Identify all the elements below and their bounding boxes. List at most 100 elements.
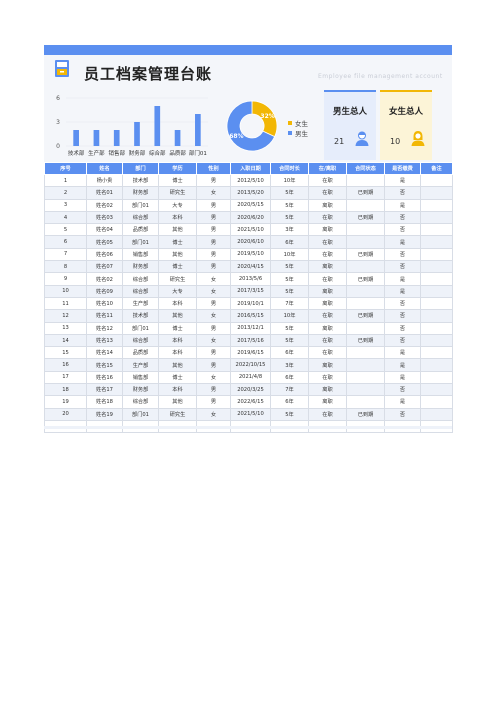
donut-data-label: 32% <box>260 113 274 120</box>
table-cell: 博士 <box>158 260 197 274</box>
table-cell: 其他 <box>158 395 197 409</box>
table-cell: 5年 <box>270 321 309 335</box>
table-cell: 姓名18 <box>86 395 123 409</box>
table-cell: 是 <box>384 370 421 385</box>
table-row: 7 姓名06 销售部 其他男 2019/5/10 10年 在职 已到期否 <box>44 247 453 262</box>
table-cell: 2017/5/16 <box>230 333 271 348</box>
table-tail <box>44 426 452 429</box>
gender-donut-chart: 32% 68% <box>226 100 278 152</box>
bar <box>154 106 161 146</box>
table-cell: 姓名06 <box>86 247 123 262</box>
table-cell: 综合部 <box>122 333 159 348</box>
table-cell: 8 <box>44 260 87 274</box>
table-row: 12 姓名11 技术部 其他女 2016/5/15 10年 在职 已到期否 <box>44 309 453 323</box>
table-cell <box>420 272 453 286</box>
table-cell: 男 <box>196 296 231 311</box>
table-cell: 2020/3/25 <box>230 383 271 397</box>
table-cell <box>420 260 453 274</box>
table-cell: 姓名13 <box>86 333 123 348</box>
table-cell: 已到期 <box>346 407 385 421</box>
table-cell: 在职 <box>308 346 347 360</box>
table-cell <box>420 247 453 262</box>
table-cell: 姓名04 <box>86 223 123 237</box>
x-tick-label: 销售部 <box>108 149 125 157</box>
table-row: 19 姓名18 综合部 其他男 2022/6/15 6年 离职 是 <box>44 395 453 409</box>
table-cell: 综合部 <box>122 210 159 225</box>
table-cell: 7年 <box>270 296 309 311</box>
table-cell <box>420 296 453 311</box>
column-header: 是否缴费 <box>384 162 421 175</box>
table-cell: 研究生 <box>158 186 197 200</box>
table-cell: 5年 <box>270 272 309 286</box>
table-cell: 6年 <box>270 235 309 249</box>
table-cell: 姓名19 <box>86 407 123 421</box>
table-row: 3 姓名02 部门01 大专男 2020/5/15 5年 离职 是 <box>44 198 453 212</box>
x-tick-label: 财务部 <box>129 149 146 157</box>
table-cell: 女 <box>196 309 231 323</box>
table-cell <box>346 223 385 237</box>
column-header: 部门 <box>122 162 159 175</box>
table-cell: 2020/6/10 <box>230 235 271 249</box>
table-row: 16 姓名15 生产部 其他男 2022/10/15 3年 离职 是 <box>44 358 453 372</box>
table-cell: 否 <box>384 210 421 225</box>
y-tick-label: 0 <box>56 143 60 150</box>
table-cell <box>420 346 453 360</box>
table-cell: 离职 <box>308 383 347 397</box>
table-cell <box>420 309 453 323</box>
table-cell: 姓名15 <box>86 358 123 372</box>
table-cell <box>346 296 385 311</box>
table-cell: 2 <box>44 186 87 200</box>
table-cell: 综合部 <box>122 272 159 286</box>
table-cell: 姓名02 <box>86 272 123 286</box>
x-tick-label: 技术部 <box>68 149 85 157</box>
donut-legend: 女生 男生 <box>288 118 308 138</box>
table-cell: 2013/5/6 <box>230 272 271 286</box>
table-cell: 是 <box>384 173 421 188</box>
table-cell: 姓名02 <box>86 198 123 212</box>
table-cell: 2020/5/15 <box>230 198 271 212</box>
page-subtitle: Employee file management account <box>318 73 443 80</box>
table-cell: 10 <box>44 284 87 298</box>
table-cell: 姓名17 <box>86 383 123 397</box>
table-cell <box>346 321 385 335</box>
table-cell: 已到期 <box>346 186 385 200</box>
table-cell: 2021/5/10 <box>230 223 271 237</box>
table-cell: 博士 <box>158 370 197 385</box>
table-row: 17 姓名16 销售部 博士女 2021/4/8 6年 在职 是 <box>44 370 453 385</box>
y-tick-label: 6 <box>56 95 60 102</box>
table-cell: 男 <box>196 358 231 372</box>
table-cell: 男 <box>196 260 231 274</box>
table-cell: 研究生 <box>158 272 197 286</box>
table-cell: 大专 <box>158 198 197 212</box>
table-cell <box>420 235 453 249</box>
table-cell: 姓名03 <box>86 210 123 225</box>
table-cell: 2022/6/15 <box>230 395 271 409</box>
table-cell: 部门01 <box>122 321 159 335</box>
table-cell: 4 <box>44 210 87 225</box>
table-cell: 其他 <box>158 247 197 262</box>
male-avatar-icon <box>355 131 369 146</box>
table-cell: 技术部 <box>122 309 159 323</box>
table-cell: 姓名10 <box>86 296 123 311</box>
table-cell: 6年 <box>270 395 309 409</box>
table-cell: 在职 <box>308 333 347 348</box>
table-cell: 品质部 <box>122 223 159 237</box>
table-cell: 否 <box>384 383 421 397</box>
table-cell <box>420 198 453 212</box>
table-cell: 其他 <box>158 223 197 237</box>
table-cell: 5年 <box>270 198 309 212</box>
column-header: 合同状态 <box>346 162 385 175</box>
table-cell: 女 <box>196 186 231 200</box>
table-cell: 离职 <box>308 198 347 212</box>
table-cell: 1 <box>44 173 87 188</box>
table-cell: 17 <box>44 370 87 385</box>
table-cell: 大专 <box>158 284 197 298</box>
table-cell: 女 <box>196 407 231 421</box>
table-cell: 女 <box>196 333 231 348</box>
table-cell: 生产部 <box>122 296 159 311</box>
table-cell: 16 <box>44 358 87 372</box>
table-cell: 男 <box>196 173 231 188</box>
table-cell: 否 <box>384 223 421 237</box>
legend-label-male: 男生 <box>295 130 308 138</box>
table-cell: 是 <box>384 346 421 360</box>
